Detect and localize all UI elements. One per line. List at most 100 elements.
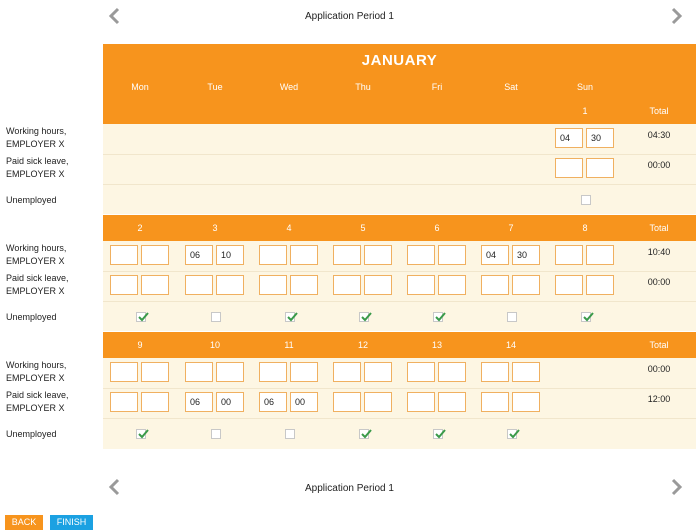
sick-hours-input[interactable] [110, 275, 138, 295]
working-minutes-input[interactable]: 10 [216, 245, 244, 265]
period-title: Application Period 1 [305, 11, 394, 22]
check-icon [138, 312, 149, 322]
sick-hours-input[interactable] [481, 275, 509, 295]
working-minutes-input[interactable] [512, 362, 540, 382]
sick-leave-label: Paid sick leave, EMPLOYER X [6, 272, 69, 298]
working-hours-input[interactable] [333, 245, 361, 265]
sick-minutes-input[interactable] [141, 275, 169, 295]
working-hours-input[interactable] [555, 245, 583, 265]
sick-minutes-input[interactable] [216, 275, 244, 295]
sick-hours-input[interactable] [185, 275, 213, 295]
unemployed-checkbox[interactable] [359, 312, 372, 322]
sick-minutes-input[interactable] [364, 275, 392, 295]
working-minutes-input[interactable] [438, 362, 466, 382]
sick-hours-input[interactable] [555, 158, 583, 178]
next-period-button[interactable] [670, 7, 684, 25]
unemployed-checkbox[interactable] [211, 312, 221, 322]
finish-button[interactable]: FINISH [50, 515, 93, 530]
working-minutes-input[interactable] [364, 245, 392, 265]
working-hours-label: Working hours, EMPLOYER X [6, 125, 66, 151]
sick-minutes-input[interactable] [438, 275, 466, 295]
sick-minutes-input[interactable] [512, 275, 540, 295]
working-hours-input[interactable]: 04 [555, 128, 583, 148]
label-line: EMPLOYER X [6, 373, 65, 383]
working-minutes-input[interactable] [438, 245, 466, 265]
total-header: Total [649, 223, 669, 233]
total-working: 10:40 [647, 247, 671, 257]
sick-minutes-input[interactable] [141, 392, 169, 412]
unemployed-checkbox[interactable] [581, 195, 591, 205]
working-hours-label: Working hours, EMPLOYER X [6, 242, 66, 268]
unemployed-checkbox[interactable] [211, 429, 221, 439]
working-minutes-input[interactable] [290, 245, 318, 265]
working-minutes-input[interactable]: 30 [512, 245, 540, 265]
working-hours-input[interactable] [333, 362, 361, 382]
unemployed-checkbox[interactable] [136, 429, 149, 439]
date-label: 1 [582, 106, 588, 116]
unemployed-checkbox[interactable] [433, 312, 446, 322]
working-hours-input[interactable] [259, 245, 287, 265]
unemployed-checkbox[interactable] [285, 429, 295, 439]
sick-hours-input[interactable] [259, 275, 287, 295]
working-minutes-input[interactable]: 30 [586, 128, 614, 148]
working-minutes-input[interactable] [141, 362, 169, 382]
check-icon [287, 312, 298, 322]
working-hours-input[interactable] [407, 362, 435, 382]
working-minutes-input[interactable] [216, 362, 244, 382]
unemployed-checkbox[interactable] [507, 312, 517, 322]
working-hours-input[interactable] [110, 362, 138, 382]
sick-hours-input[interactable] [407, 392, 435, 412]
sick-hours-input[interactable] [333, 392, 361, 412]
weekday-label: Thu [355, 82, 371, 92]
unemployed-checkbox[interactable] [433, 429, 446, 439]
unemployed-checkbox[interactable] [285, 312, 298, 322]
sick-minutes-input[interactable] [586, 158, 614, 178]
unemployed-label: Unemployed [6, 195, 57, 205]
sick-hours-input[interactable] [407, 275, 435, 295]
sick-minutes-input[interactable] [586, 275, 614, 295]
total-sick: 12:00 [647, 394, 671, 404]
date-label: 10 [209, 340, 220, 350]
working-minutes-input[interactable] [586, 245, 614, 265]
weekday-label: Fri [431, 82, 443, 92]
label-line: EMPLOYER X [6, 139, 65, 149]
unemployed-checkbox[interactable] [581, 312, 594, 322]
check-icon [361, 312, 372, 322]
sick-minutes-input[interactable] [290, 275, 318, 295]
working-minutes-input[interactable] [364, 362, 392, 382]
sick-minutes-input[interactable]: 00 [290, 392, 318, 412]
unemployed-checkbox[interactable] [359, 429, 372, 439]
chevron-right-icon [671, 478, 683, 496]
unemployed-label: Unemployed [6, 429, 57, 439]
sick-minutes-input[interactable] [438, 392, 466, 412]
sick-hours-input[interactable]: 06 [259, 392, 287, 412]
sick-minutes-input[interactable]: 00 [216, 392, 244, 412]
sick-hours-input[interactable] [333, 275, 361, 295]
weekday-label: Wed [279, 82, 299, 92]
working-hours-input[interactable] [110, 245, 138, 265]
date-label: 14 [505, 340, 516, 350]
weekday-label: Mon [131, 82, 149, 92]
back-button[interactable]: BACK [5, 515, 43, 530]
working-hours-input[interactable]: 06 [185, 245, 213, 265]
next-period-button-bottom[interactable] [670, 478, 684, 496]
unemployed-checkbox[interactable] [507, 429, 520, 439]
label-line: EMPLOYER X [6, 256, 65, 266]
working-minutes-input[interactable] [290, 362, 318, 382]
working-hours-input[interactable] [185, 362, 213, 382]
sick-minutes-input[interactable] [364, 392, 392, 412]
sick-hours-input[interactable] [555, 275, 583, 295]
row-divider [103, 271, 696, 272]
working-hours-input[interactable] [259, 362, 287, 382]
sick-hours-input[interactable]: 06 [185, 392, 213, 412]
working-minutes-input[interactable] [141, 245, 169, 265]
working-hours-input[interactable]: 04 [481, 245, 509, 265]
date-label: 13 [431, 340, 442, 350]
working-hours-input[interactable] [481, 362, 509, 382]
label-line: Paid sick leave, [6, 390, 69, 400]
unemployed-checkbox[interactable] [136, 312, 149, 322]
sick-hours-input[interactable] [481, 392, 509, 412]
sick-hours-input[interactable] [110, 392, 138, 412]
working-hours-input[interactable] [407, 245, 435, 265]
sick-minutes-input[interactable] [512, 392, 540, 412]
